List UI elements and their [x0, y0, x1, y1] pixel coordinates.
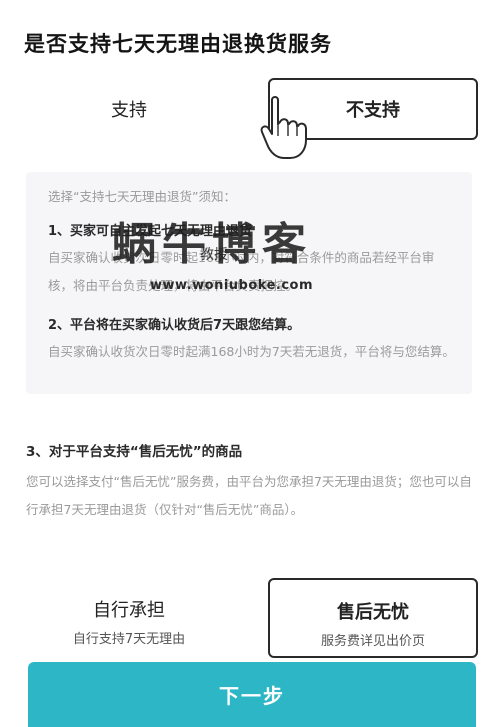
choice-worry-free-title: 售后无忧 [337, 602, 409, 623]
option-support-button[interactable]: 支持 [22, 78, 236, 140]
page-title: 是否支持七天无理由退换货服务 [24, 32, 332, 56]
service-choice-row: 自行承担 自行支持7天无理由 售后无忧 服务费详见出价页 [22, 578, 478, 658]
choice-self-bear-title: 自行承担 [93, 600, 165, 621]
option-support-label: 支持 [111, 100, 147, 121]
next-step-button[interactable]: 下一步 [28, 662, 476, 727]
rule-item-1-body: 自买家确认收货次日零时起168小时内，对符合条件的商品若经平台审核，将由平台负责… [48, 250, 435, 293]
choice-self-bear-subtitle: 自行支持7天无理由 [72, 632, 186, 647]
next-step-label: 下一步 [219, 684, 285, 708]
option-not-support-label: 不支持 [346, 100, 400, 121]
rule-item-2-heading: 2、平台将在买家确认收货后7天跟您结算。 [48, 318, 301, 333]
hand-pointer-icon [260, 96, 307, 159]
choice-worry-free-subtitle: 服务费详见出价页 [320, 634, 425, 649]
rules-panel: 选择“支持七天无理由退货”须知： 1、买家可自主发起七天无理由退货 自买家确认收… [26, 172, 472, 394]
choice-worry-free-button[interactable]: 售后无忧 服务费详见出价页 [268, 578, 478, 658]
section3-body: 您可以选择支付“售后无忧”服务费，由平台为您承担7天无理由退货；您也可以自行承担… [26, 474, 472, 517]
rule-item-1-heading: 1、买家可自主发起七天无理由退货 [48, 224, 253, 239]
support-option-row: 支持 不支持 [22, 78, 478, 140]
rules-intro: 选择“支持七天无理由退货”须知： [48, 189, 236, 204]
rule-item-2-body: 自买家确认收货次日零时起满168小时为7天若无退货，平台将与您结算。 [48, 344, 455, 359]
choice-self-bear-button[interactable]: 自行承担 自行支持7天无理由 [22, 578, 236, 658]
section3-title: 3、对于平台支持“售后无忧”的商品 [26, 444, 243, 460]
